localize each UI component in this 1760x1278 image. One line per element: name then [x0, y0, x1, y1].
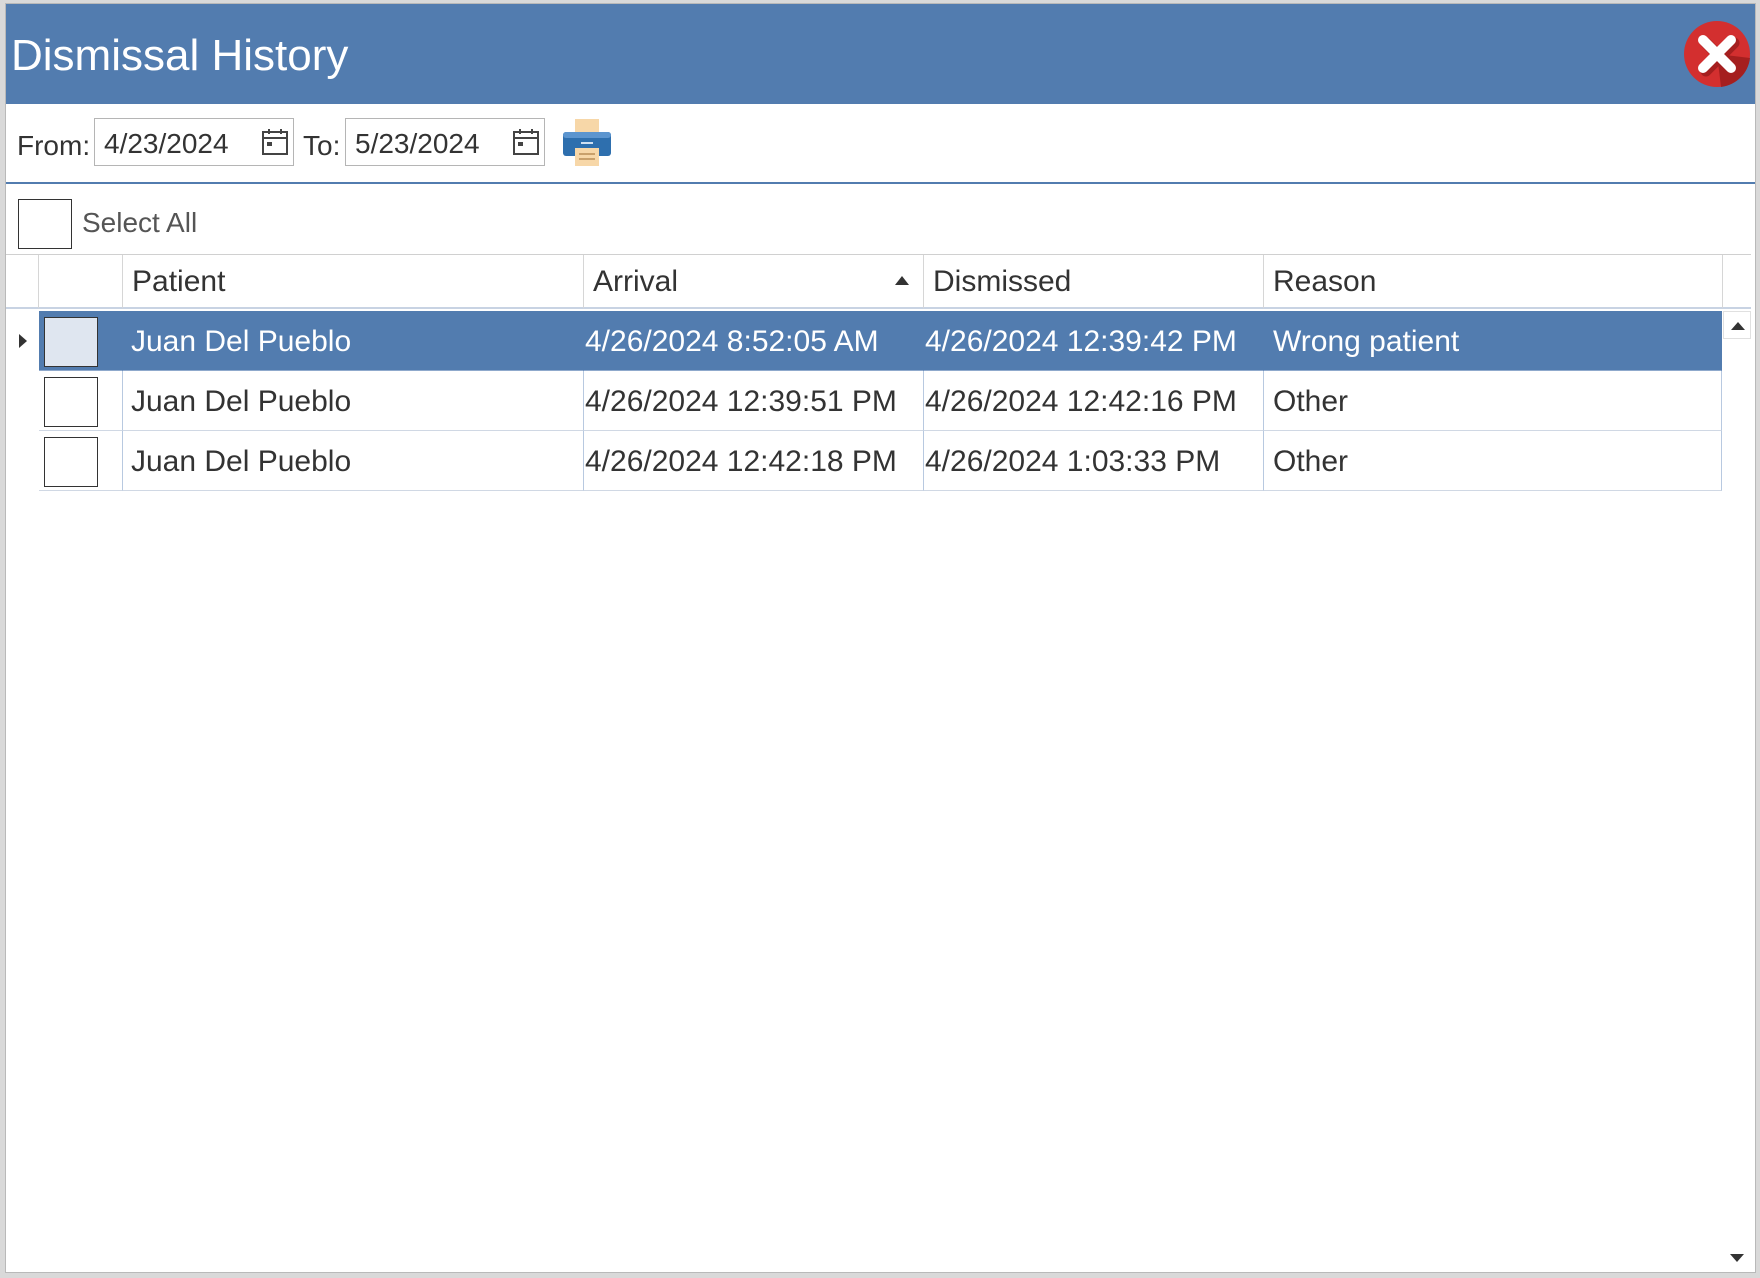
- column-header-label: Reason: [1273, 265, 1377, 298]
- scroll-up-button[interactable]: [1723, 311, 1751, 339]
- dismissed-time: 4/26/2024 12:39:42 PM: [925, 325, 1237, 358]
- dismissed-cell[interactable]: 4/26/2024 12:39:42 PM: [924, 311, 1264, 371]
- calendar-icon[interactable]: [512, 127, 540, 157]
- column-header-filler: [1723, 255, 1751, 309]
- from-date-picker[interactable]: 4/23/2024: [94, 118, 294, 166]
- arrival-cell[interactable]: 4/26/2024 8:52:05 AM: [584, 311, 924, 371]
- table-row[interactable]: Juan Del Pueblo 4/26/2024 12:42:18 PM 4/…: [6, 431, 1722, 491]
- printer-icon: [563, 119, 611, 166]
- column-header-select[interactable]: [39, 255, 123, 309]
- reason-text: Other: [1273, 385, 1349, 418]
- row-select-cell[interactable]: [39, 371, 123, 431]
- arrival-cell[interactable]: 4/26/2024 12:39:51 PM: [584, 371, 924, 431]
- filter-toolbar: From: 4/23/2024 To: 5/23/2024: [6, 104, 1755, 184]
- from-date-value[interactable]: 4/23/2024: [104, 128, 229, 160]
- title-bar: Dismissal History: [6, 4, 1755, 104]
- arrival-time: 4/26/2024 12:39:51 PM: [585, 385, 897, 418]
- window-title: Dismissal History: [11, 31, 349, 80]
- calendar-icon[interactable]: [261, 127, 289, 157]
- row-select-cell[interactable]: [39, 431, 123, 491]
- scroll-up-icon: [1731, 322, 1745, 330]
- print-button[interactable]: [561, 116, 613, 168]
- dismissed-cell[interactable]: 4/26/2024 1:03:33 PM: [924, 431, 1264, 491]
- dismissed-cell[interactable]: 4/26/2024 12:42:16 PM: [924, 371, 1264, 431]
- patient-name: Juan Del Pueblo: [131, 385, 352, 418]
- row-checkbox[interactable]: [44, 317, 98, 367]
- row-select-cell[interactable]: [39, 311, 123, 371]
- arrival-time: 4/26/2024 8:52:05 AM: [585, 325, 879, 358]
- to-date-picker[interactable]: 5/23/2024: [345, 118, 545, 166]
- column-header-patient[interactable]: Patient: [123, 255, 584, 309]
- select-all-checkbox[interactable]: [18, 199, 72, 249]
- patient-name: Juan Del Pueblo: [131, 445, 352, 478]
- reason-cell[interactable]: Wrong patient: [1264, 311, 1722, 371]
- column-header-reason[interactable]: Reason: [1264, 255, 1723, 309]
- column-header-label: Dismissed: [933, 265, 1072, 298]
- scroll-down-icon: [1730, 1254, 1744, 1262]
- row-checkbox[interactable]: [44, 377, 98, 427]
- patient-name: Juan Del Pueblo: [131, 325, 352, 358]
- reason-cell[interactable]: Other: [1264, 431, 1722, 491]
- column-header-label: Patient: [132, 265, 226, 298]
- dismissal-grid: Patient Arrival Dismissed Reason Juan De…: [6, 254, 1751, 1272]
- reason-text: Wrong patient: [1273, 325, 1460, 358]
- patient-cell[interactable]: Juan Del Pueblo: [123, 431, 584, 491]
- close-button[interactable]: [1683, 20, 1751, 88]
- close-icon: [1684, 21, 1750, 87]
- reason-cell[interactable]: Other: [1264, 371, 1722, 431]
- to-date-value[interactable]: 5/23/2024: [355, 128, 480, 160]
- column-header-arrival[interactable]: Arrival: [584, 255, 924, 309]
- dismissal-history-window: Dismissal History From: 4/23/2024 To: 5/…: [5, 3, 1756, 1273]
- vertical-scrollbar[interactable]: [1723, 311, 1751, 1272]
- row-header-corner: [6, 255, 39, 309]
- arrival-cell[interactable]: 4/26/2024 12:42:18 PM: [584, 431, 924, 491]
- column-header-dismissed[interactable]: Dismissed: [924, 255, 1264, 309]
- patient-cell[interactable]: Juan Del Pueblo: [123, 371, 584, 431]
- to-label: To:: [303, 130, 341, 161]
- column-header-label: Arrival: [593, 265, 679, 298]
- reason-text: Other: [1273, 445, 1349, 478]
- dismissed-time: 4/26/2024 1:03:33 PM: [925, 445, 1221, 478]
- patient-cell[interactable]: Juan Del Pueblo: [123, 311, 584, 371]
- sort-ascending-icon: [895, 276, 909, 285]
- scroll-down-button[interactable]: [1723, 1244, 1751, 1272]
- dismissed-time: 4/26/2024 12:42:16 PM: [925, 385, 1237, 418]
- table-row[interactable]: Juan Del Pueblo 4/26/2024 8:52:05 AM 4/2…: [6, 311, 1722, 371]
- from-label: From:: [17, 130, 91, 161]
- arrival-time: 4/26/2024 12:42:18 PM: [585, 445, 897, 478]
- table-row[interactable]: Juan Del Pueblo 4/26/2024 12:39:51 PM 4/…: [6, 371, 1722, 431]
- row-checkbox[interactable]: [44, 437, 98, 487]
- select-all-label[interactable]: Select All: [82, 207, 197, 239]
